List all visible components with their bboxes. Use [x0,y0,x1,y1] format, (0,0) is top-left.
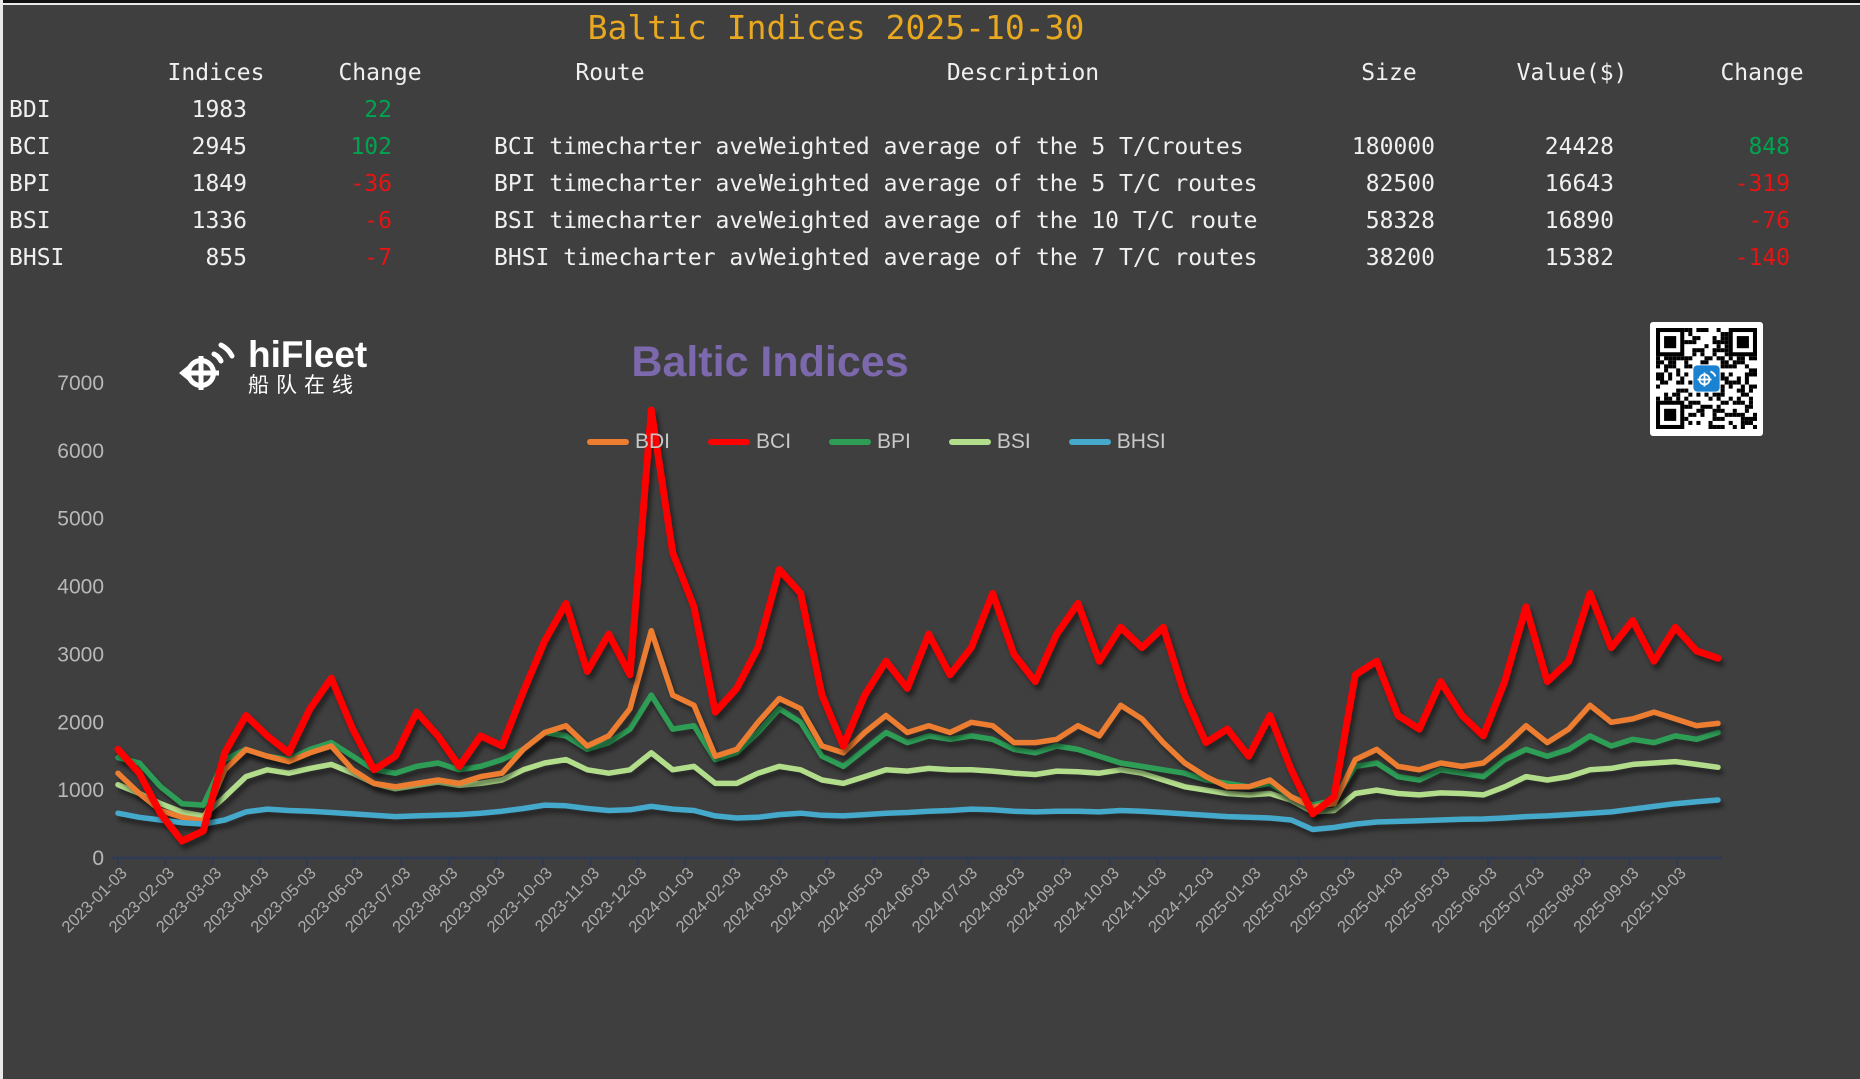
legend-swatch-BSI [948,439,991,445]
chart-title: Baltic Indices [631,338,909,386]
hifleet-radar-icon [176,336,240,404]
series-line-BPI [115,692,1721,808]
legend-swatch-BPI [829,439,872,445]
baltic-indices-chart: 7000 6000 5000 4000 3000 2000 1000 02023-01-032… [57,372,1722,937]
legend-item-BSI: BSI [948,430,1031,454]
hifleet-logo: hiFleet 船队在线 [176,336,367,404]
series-line-BHSI [115,797,1721,833]
hifleet-subtitle: 船队在线 [248,374,360,397]
legend-label-BCI: BCI [756,430,792,453]
x-axis: 2023-01-032023-02-032023-03-032023-04-03… [58,856,1722,937]
qr-code [1650,322,1763,436]
y-axis-label-6000: 6000 [57,440,104,463]
y-axis-label-5000: 5000 [57,508,104,531]
legend-swatch-BHSI [1068,439,1111,445]
legend-label-BSI: BSI [996,430,1031,453]
y-axis-labels: 7000 6000 5000 4000 3000 2000 1000 0 [57,372,104,870]
legend-item-BCI: BCI [708,430,791,454]
y-axis-label-4000: 4000 [57,576,104,599]
legend-swatch-BCI [708,439,751,445]
y-axis-label-7000: 7000 [57,372,104,395]
legend-label-BHSI: BHSI [1116,430,1166,453]
chart-legend: BDI BCI BPI BSI BHSI [587,430,1166,454]
legend-label-BPI: BPI [877,430,911,453]
hifleet-logo-text: hiFleet 船队在线 [248,336,367,398]
legend-label-BDI: BDI [635,430,671,453]
legend-item-BHSI: BHSI [1068,430,1166,454]
legend-item-BPI: BPI [829,430,911,454]
y-axis-label-1000: 1000 [57,779,104,802]
baltic-indices-report: Baltic Indices 2025-10-30 Indices Change R… [0,0,1860,1079]
legend-swatch-BDI [587,439,629,445]
legend-item-BDI: BDI [587,430,670,454]
hifleet-brand: hiFleet [248,334,368,375]
y-axis-label-3000: 3000 [57,643,104,666]
y-axis-label-0: 0 [92,847,104,870]
qr-center-logo [1693,365,1720,392]
y-axis-label-2000: 2000 [57,711,104,734]
